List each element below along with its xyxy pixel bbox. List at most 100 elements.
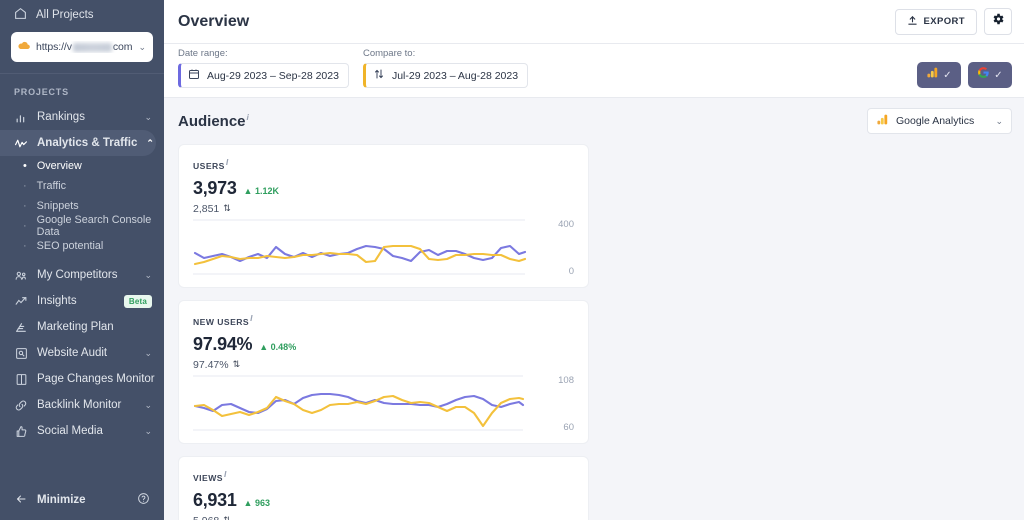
sidebar-item-gsc-data[interactable]: · Google Search Console Data bbox=[0, 214, 164, 238]
data-source-select[interactable]: Google Analytics ⌄ bbox=[867, 108, 1012, 134]
sidebar-item-my-competitors[interactable]: My Competitors ⌄ bbox=[0, 262, 164, 288]
sidebar-item-marketing-plan[interactable]: Marketing Plan bbox=[0, 314, 164, 340]
metric-delta: ▲ 1.12K bbox=[243, 185, 279, 196]
swap-icon: ⇅ bbox=[223, 203, 231, 214]
chevron-down-icon: ⌄ bbox=[144, 111, 152, 122]
help-circle-icon[interactable] bbox=[137, 492, 150, 508]
axis-top-label: 400 bbox=[558, 219, 574, 230]
export-label: EXPORT bbox=[923, 16, 965, 27]
info-icon[interactable]: i bbox=[250, 313, 253, 323]
chevron-down-icon: ⌄ bbox=[144, 399, 152, 410]
sidebar-subitem-label: SEO potential bbox=[36, 240, 104, 252]
info-icon[interactable]: i bbox=[226, 157, 229, 167]
bullet-icon: • bbox=[23, 159, 27, 172]
sparkline-svg bbox=[193, 375, 525, 431]
sidebar-item-label: Page Changes Monitor bbox=[37, 373, 155, 385]
cloud-icon bbox=[18, 41, 30, 53]
metric-label-text: NEW USERS bbox=[193, 316, 250, 327]
sidebar-item-insights[interactable]: Insights Beta bbox=[0, 288, 164, 314]
pulse-icon bbox=[14, 137, 28, 150]
swap-icon: ⇅ bbox=[232, 359, 241, 370]
sidebar-item-label: Marketing Plan bbox=[37, 321, 114, 333]
calendar-icon bbox=[188, 68, 200, 83]
arrow-left-icon[interactable] bbox=[14, 493, 28, 508]
compare-to-picker[interactable]: Jul-29 2023 – Aug-28 2023 bbox=[362, 63, 529, 88]
thumbs-up-icon bbox=[14, 425, 28, 438]
info-icon[interactable]: i bbox=[224, 469, 227, 479]
section-header: Audiencei Google Analytics ⌄ bbox=[178, 98, 1012, 144]
bar-chart-icon bbox=[14, 111, 28, 124]
metric-previous-value: 97.47% bbox=[193, 358, 229, 371]
sidebar-item-overview[interactable]: • Overview bbox=[0, 156, 164, 176]
marketing-plan-icon bbox=[14, 321, 28, 334]
metric-previous: 97.47% ⇅ bbox=[193, 359, 574, 371]
metric-delta: ▲ 963 bbox=[243, 497, 270, 508]
sidebar-item-snippets[interactable]: · Snippets bbox=[0, 196, 164, 216]
sparkline-svg bbox=[193, 219, 527, 275]
metric-value: 97.94% bbox=[193, 333, 253, 354]
info-icon[interactable]: i bbox=[247, 112, 249, 122]
sidebar-item-page-changes-monitor[interactable]: Page Changes Monitor bbox=[0, 366, 164, 392]
axis-top-label: 108 bbox=[558, 375, 574, 386]
sparkline-users: 400 0 bbox=[193, 217, 574, 279]
sidebar-item-label: Backlink Monitor bbox=[37, 399, 122, 411]
sidebar-item-traffic[interactable]: · Traffic bbox=[0, 176, 164, 196]
sidebar-item-social-media[interactable]: Social Media ⌄ bbox=[0, 418, 164, 444]
check-icon: ✓ bbox=[994, 69, 1003, 81]
compare-to-label: Compare to: bbox=[362, 48, 416, 59]
toggle-google-analytics[interactable]: ✓ bbox=[917, 62, 961, 88]
sidebar-subitem-label: Google Search Console Data bbox=[36, 214, 152, 238]
axis-bottom-label: 60 bbox=[563, 422, 574, 433]
chevron-down-icon: ⌄ bbox=[144, 425, 152, 436]
chevron-down-icon: ⌄ bbox=[138, 41, 146, 52]
bullet-icon: · bbox=[23, 199, 27, 212]
export-button[interactable]: EXPORT bbox=[894, 8, 977, 35]
sidebar-item-website-audit[interactable]: Website Audit ⌄ bbox=[0, 340, 164, 366]
main-content: Overview EXPORT Date range: Aug-29 2023 … bbox=[164, 0, 1024, 520]
compare-arrows-icon bbox=[373, 68, 385, 83]
compare-to-value: Jul-29 2023 – Aug-28 2023 bbox=[391, 69, 519, 82]
metric-label: VIEWSi bbox=[193, 469, 574, 483]
source-toggles: ✓ ✓ bbox=[917, 62, 1012, 88]
sidebar-item-label: Analytics & Traffic bbox=[37, 137, 138, 149]
sidebar-subitem-label: Overview bbox=[36, 160, 82, 172]
sidebar-item-label: Social Media bbox=[37, 425, 103, 437]
metrics-grid: USERSi 3,973 ▲ 1.12K 2,851 ⇅ 400 0 bbox=[178, 144, 1012, 520]
sidebar-item-rankings[interactable]: Rankings ⌄ bbox=[0, 104, 164, 130]
metric-previous-value: 2,851 bbox=[193, 202, 220, 215]
chevron-down-icon: ⌄ bbox=[995, 115, 1003, 126]
minimize-label[interactable]: Minimize bbox=[37, 494, 128, 506]
app-root: All Projects https://v com ⌄ PROJECTS Ra… bbox=[0, 0, 1024, 520]
settings-button[interactable] bbox=[984, 8, 1012, 35]
sidebar-item-label: My Competitors bbox=[37, 269, 118, 281]
sidebar-item-analytics-traffic[interactable]: Analytics & Traffic ⌃ bbox=[0, 130, 156, 156]
gear-icon bbox=[991, 12, 1005, 31]
metric-card-users[interactable]: USERSi 3,973 ▲ 1.12K 2,851 ⇅ 400 0 bbox=[178, 144, 589, 288]
sidebar-item-label: Website Audit bbox=[37, 347, 108, 359]
metric-previous-value: 5,968 bbox=[193, 515, 219, 520]
upload-icon bbox=[907, 15, 918, 29]
sidebar-subitem-label: Traffic bbox=[36, 180, 67, 192]
sidebar-item-backlink-monitor[interactable]: Backlink Monitor ⌄ bbox=[0, 392, 164, 418]
sidebar-item-label: Rankings bbox=[37, 111, 85, 123]
toggle-google-search[interactable]: ✓ bbox=[968, 62, 1012, 88]
sidebar-item-seo-potential[interactable]: · SEO potential bbox=[0, 236, 164, 256]
date-range-picker[interactable]: Aug-29 2023 – Sep-28 2023 bbox=[178, 63, 349, 88]
project-selector[interactable]: https://v com ⌄ bbox=[11, 32, 153, 62]
metric-label-text: USERS bbox=[193, 160, 225, 171]
audit-icon bbox=[14, 347, 28, 360]
redacted-domain bbox=[72, 42, 112, 52]
sidebar-all-projects[interactable]: All Projects bbox=[0, 0, 164, 30]
metric-value-row: 97.94% ▲ 0.48% bbox=[193, 334, 574, 355]
metric-card-views[interactable]: VIEWSi 6,931 ▲ 963 5,968 ⇅ 400 80 bbox=[178, 456, 589, 520]
sidebar-item-label: Insights bbox=[37, 295, 77, 307]
metric-card-new-users[interactable]: NEW USERSi 97.94% ▲ 0.48% 97.47% ⇅ 108 6… bbox=[178, 300, 589, 444]
sidebar-subitem-label: Snippets bbox=[36, 200, 79, 212]
bullet-icon: · bbox=[23, 219, 27, 232]
metric-delta: ▲ 0.48% bbox=[259, 341, 297, 352]
section-title: Audiencei bbox=[178, 112, 249, 130]
metric-value-row: 3,973 ▲ 1.12K bbox=[193, 178, 574, 199]
sidebar: All Projects https://v com ⌄ PROJECTS Ra… bbox=[0, 0, 164, 520]
page-title: Overview bbox=[178, 12, 250, 30]
insights-icon bbox=[14, 295, 28, 308]
